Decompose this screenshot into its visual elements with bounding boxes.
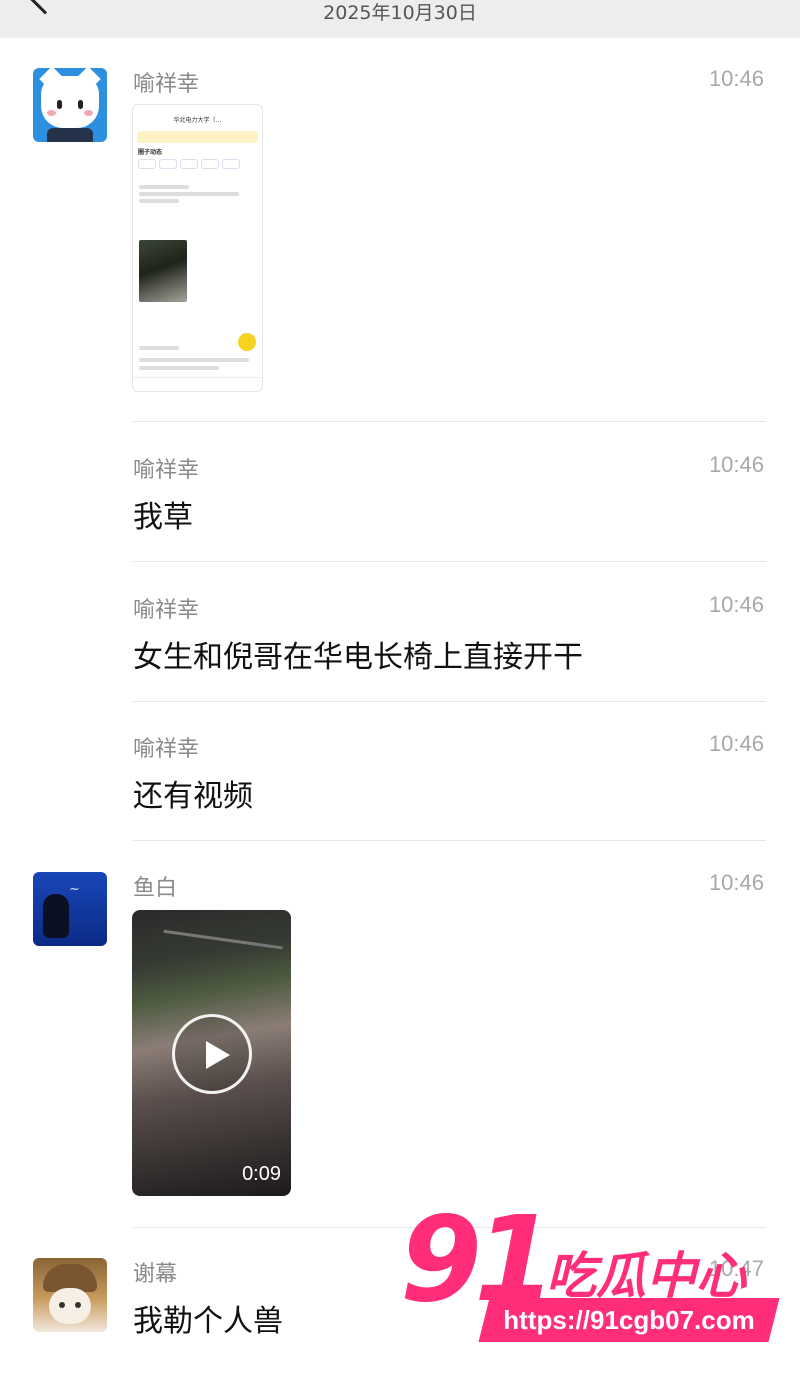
- preview-line: [139, 199, 179, 203]
- avatar-cat-silhouette: [43, 894, 69, 938]
- avatar-body: [47, 128, 93, 142]
- avatar-face: [41, 76, 99, 128]
- avatar-eye: [57, 100, 62, 109]
- avatar-cheek: [84, 110, 93, 116]
- play-button[interactable]: [172, 1014, 252, 1094]
- sender-name: 谢幕: [133, 1262, 178, 1287]
- preview-chip: [159, 159, 177, 169]
- sender-name: 喻祥幸: [133, 72, 200, 97]
- watermark-url-banner: https://91cgb07.com: [478, 1298, 780, 1342]
- message-time: 10:46: [708, 452, 764, 477]
- avatar[interactable]: [33, 68, 107, 142]
- preview-line: [139, 346, 179, 350]
- avatar[interactable]: [33, 1258, 107, 1332]
- message-time: 10:46: [708, 592, 764, 617]
- message-text[interactable]: 我草: [133, 492, 193, 536]
- message-time: 10:46: [708, 66, 764, 91]
- divider: [133, 840, 766, 841]
- preview-photo: [139, 240, 187, 302]
- video-duration: 0:09: [242, 1163, 281, 1185]
- message-text[interactable]: 还有视频: [133, 771, 253, 815]
- avatar[interactable]: ~: [33, 872, 107, 946]
- divider: [133, 421, 766, 422]
- preview-chip: [222, 159, 240, 169]
- preview-chip: [201, 159, 219, 169]
- avatar-eye: [78, 100, 83, 109]
- preview-chip: [180, 159, 198, 169]
- avatar-eye: [59, 1302, 65, 1308]
- message-text[interactable]: 我勒个人兽: [133, 1296, 283, 1340]
- preview-line: [139, 192, 239, 196]
- sender-name: 喻祥幸: [133, 598, 200, 623]
- preview-notice: [137, 131, 258, 143]
- date-separator: 2025年10月30日: [323, 2, 477, 24]
- preview-line: [139, 358, 249, 362]
- sender-name: 鱼白: [133, 876, 178, 901]
- preview-chip: [138, 159, 156, 169]
- sender-name: 喻祥幸: [133, 458, 200, 483]
- video-frame-railing: [161, 929, 283, 965]
- preview-bottom-nav: [133, 377, 262, 391]
- image-message[interactable]: 华北电力大学（… 圈子动态: [132, 104, 263, 392]
- avatar-eye: [75, 1302, 81, 1308]
- preview-line: [139, 366, 219, 370]
- avatar-cheek: [47, 110, 56, 116]
- avatar-face: [49, 1288, 91, 1324]
- play-icon: [206, 1041, 230, 1069]
- preview-header: 华北电力大学（…: [173, 117, 222, 124]
- chat-top-bar: 2025年10月30日: [0, 0, 800, 38]
- message-time: 10:46: [708, 870, 764, 895]
- divider: [133, 701, 766, 702]
- preview-status-bar: [133, 105, 262, 115]
- avatar-decoration: ~: [69, 882, 80, 897]
- divider: [133, 561, 766, 562]
- watermark-url: https://91cgb07.com: [503, 1305, 755, 1335]
- preview-fab: [238, 333, 256, 351]
- preview-line: [139, 185, 189, 189]
- preview-tab: 圈子动态: [138, 149, 163, 156]
- video-message[interactable]: 0:09: [132, 910, 291, 1196]
- message-text[interactable]: 女生和倪哥在华电长椅上直接开干: [133, 632, 583, 676]
- message-time: 10:46: [708, 731, 764, 756]
- watermark: 91 吃瓜中心 https://91cgb07.com: [398, 1194, 780, 1350]
- sender-name: 喻祥幸: [133, 737, 200, 762]
- preview-chips: [138, 159, 257, 173]
